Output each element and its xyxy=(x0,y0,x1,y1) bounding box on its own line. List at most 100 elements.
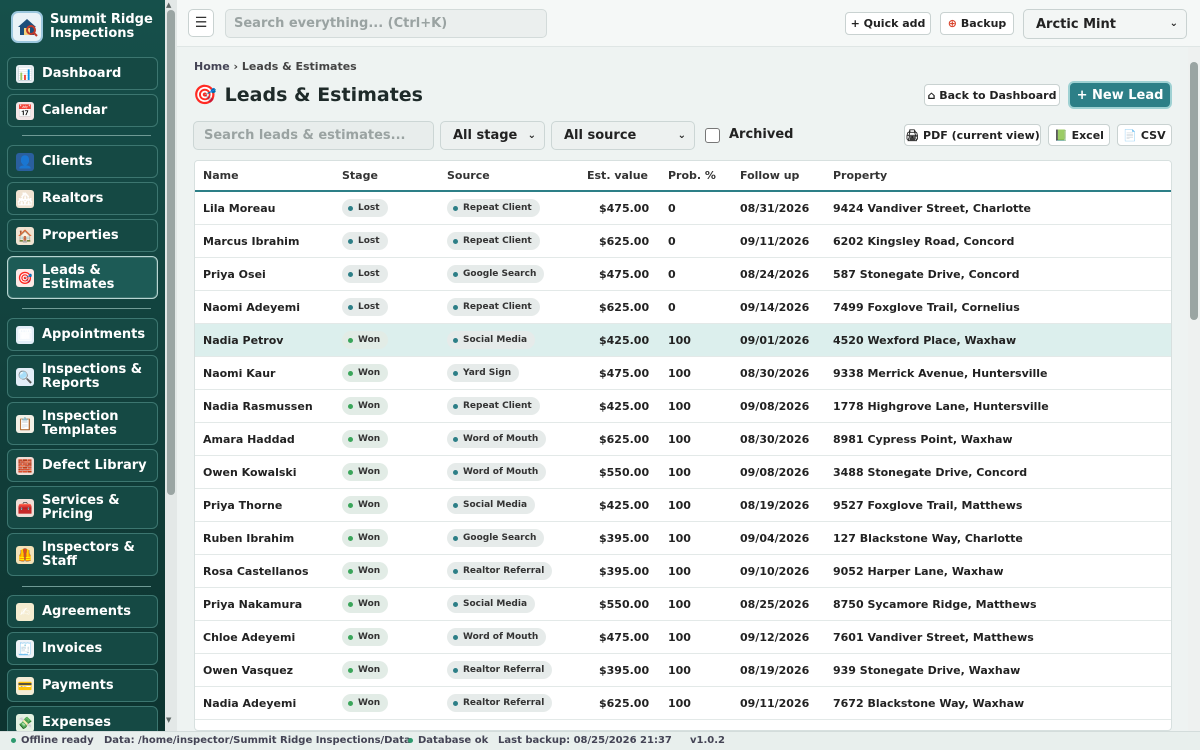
table-cell: $475.00 xyxy=(599,367,650,380)
status-dot-icon xyxy=(453,403,458,409)
column-header[interactable]: Prob. % xyxy=(668,169,716,182)
house-magnifier-icon xyxy=(11,11,43,43)
sidebar-item-realtors[interactable]: 🏘 Realtors xyxy=(7,182,158,215)
source-badge: Word of Mouth xyxy=(447,430,547,448)
stage-filter-select[interactable]: All stage ⌄ xyxy=(440,121,545,150)
stage-badge: Won xyxy=(342,562,389,580)
status-dot-icon xyxy=(453,271,458,277)
source-badge: Word of Mouth xyxy=(447,463,547,481)
sidebar-item-agreements[interactable]: ✍ Agreements xyxy=(7,595,158,628)
sidebar-item-expenses[interactable]: 💸 Expenses xyxy=(7,706,158,731)
new-lead-button[interactable]: + New Lead xyxy=(1068,81,1172,109)
sidebar-item-services-pricing[interactable]: 🧰 Services & Pricing xyxy=(7,486,158,529)
scroll-down-icon[interactable]: ▼ xyxy=(166,716,171,724)
database-status: Database ok xyxy=(408,735,488,746)
menu-toggle-button[interactable]: ☰ xyxy=(188,9,214,37)
column-header[interactable]: Name xyxy=(203,169,239,182)
scroll-up-icon[interactable]: ▲ xyxy=(166,1,171,9)
table-cell: Nadia Petrov xyxy=(203,334,284,347)
brand[interactable]: Summit Ridge Inspections xyxy=(11,11,158,43)
global-search-input[interactable] xyxy=(225,9,547,38)
status-dot-icon xyxy=(348,568,353,574)
table-cell: 0 xyxy=(668,235,676,248)
table-row[interactable]: Lila Moreau Lost Repeat Client $475.00 0 08/3… xyxy=(195,192,1171,225)
sidebar-item-properties[interactable]: 🏠 Properties xyxy=(7,219,158,252)
sidebar-item-defect-library[interactable]: 🧱 Defect Library xyxy=(7,449,158,482)
sidebar-scrollbar-thumb[interactable] xyxy=(167,10,175,495)
table-cell: Rosa Castellanos xyxy=(203,565,309,578)
sidebar-item-inspections-reports[interactable]: 🔍 Inspections & Reports xyxy=(7,355,158,398)
quick-add-button[interactable]: + Quick add xyxy=(845,12,931,35)
leads-estimates-icon: 🎯 xyxy=(16,268,34,287)
table-row[interactable]: Nadia Adeyemi Won Realtor Referral $625.00 1… xyxy=(195,687,1171,720)
source-filter-select[interactable]: All source ⌄ xyxy=(551,121,695,150)
table-row[interactable]: Owen Kowalski Won Word of Mouth $550.00 100 0… xyxy=(195,456,1171,489)
table-cell: Priya Nakamura xyxy=(203,598,303,611)
status-dot-icon xyxy=(408,738,413,743)
sidebar-item-payments[interactable]: 💳 Payments xyxy=(7,669,158,702)
table-row[interactable]: Nadia Petrov Won Social Media $425.00 100 09/… xyxy=(195,324,1171,357)
status-dot-icon xyxy=(348,667,353,673)
table-row[interactable]: Rosa Castellanos Won Realtor Referral $395.… xyxy=(195,555,1171,588)
table-row[interactable]: Ruben Ibrahim Won Google Search $395.00 100 0… xyxy=(195,522,1171,555)
sidebar-item-calendar[interactable]: 📅 Calendar xyxy=(7,94,158,127)
archived-checkbox[interactable] xyxy=(705,128,720,143)
sidebar-item-invoices[interactable]: 🧾 Invoices xyxy=(7,632,158,665)
column-header[interactable]: Est. value xyxy=(587,169,648,182)
payments-icon: 💳 xyxy=(16,676,34,695)
table-cell: 08/31/2026 xyxy=(740,202,810,215)
table-row[interactable]: Chloe Adeyemi Won Word of Mouth $475.00 100 0… xyxy=(195,621,1171,654)
sidebar-item-label: Inspections & Reports xyxy=(42,361,143,391)
table-cell: 100 xyxy=(668,334,691,347)
source-badge: Realtor Referral xyxy=(447,562,553,580)
table-row[interactable]: Nadia Rasmussen Won Repeat Client $425.00 10… xyxy=(195,390,1171,423)
table-cell: 09/08/2026 xyxy=(740,400,810,413)
sidebar-item-inspection-templates[interactable]: 📋 Inspection Templates xyxy=(7,402,158,445)
table-row[interactable]: Marcus Ibrahim Lost Repeat Client $625.00 0 0… xyxy=(195,225,1171,258)
table-cell: 100 xyxy=(668,532,691,545)
table-cell: $395.00 xyxy=(599,532,650,545)
table-row[interactable]: Priya Nakamura Won Social Media $550.00 100 0… xyxy=(195,588,1171,621)
table-cell: Nadia Adeyemi xyxy=(203,697,297,710)
stage-badge: Won xyxy=(342,529,389,547)
table-cell: $425.00 xyxy=(599,400,650,413)
table-cell: 100 xyxy=(668,598,691,611)
sidebar-item-leads-estimates[interactable]: 🎯 Leads & Estimates xyxy=(7,256,158,299)
main-scrollbar-thumb[interactable] xyxy=(1190,62,1198,320)
stage-badge: Won xyxy=(342,628,389,646)
sidebar-item-dashboard[interactable]: 📊 Dashboard xyxy=(7,57,158,90)
status-dot-icon xyxy=(453,469,458,475)
theme-select[interactable]: Arctic Mint ⌄ xyxy=(1023,9,1187,39)
sidebar-item-appointments[interactable]: 🗓 Appointments xyxy=(7,318,158,351)
table-row[interactable]: Priya Thorne Won Social Media $425.00 100 08/… xyxy=(195,489,1171,522)
sidebar-item-clients[interactable]: 👤 Clients xyxy=(7,145,158,178)
column-header[interactable]: Source xyxy=(447,169,490,182)
status-dot-icon xyxy=(453,634,458,640)
stage-badge: Lost xyxy=(342,232,388,250)
breadcrumb-current: Leads & Estimates xyxy=(241,60,357,73)
hamburger-icon: ☰ xyxy=(194,15,208,31)
table-row[interactable]: Priya Osei Lost Google Search $475.00 0 08/24… xyxy=(195,258,1171,291)
export-excel-button[interactable]: 📗 Excel xyxy=(1048,124,1110,146)
table-cell: 100 xyxy=(668,367,691,380)
table-row[interactable]: Amara Haddad Won Word of Mouth $625.00 100 08… xyxy=(195,423,1171,456)
leads-search-input[interactable] xyxy=(193,121,434,150)
table-row[interactable]: Naomi Kaur Won Yard Sign $475.00 100 08/30/20… xyxy=(195,357,1171,390)
column-header[interactable]: Follow up xyxy=(740,169,799,182)
table-row[interactable]: Naomi Adeyemi Lost Repeat Client $625.00 0 09… xyxy=(195,291,1171,324)
backup-button[interactable]: ⊕ Backup xyxy=(940,12,1014,35)
table-cell: $625.00 xyxy=(599,235,650,248)
table-cell: 100 xyxy=(668,433,691,446)
table-cell: 08/19/2026 xyxy=(740,664,810,677)
sidebar-item-label: Leads & Estimates xyxy=(42,262,115,292)
archived-label: Archived xyxy=(729,127,794,142)
sidebar-item-inspectors-staff[interactable]: 🦺 Inspectors & Staff xyxy=(7,533,158,576)
export-csv-button[interactable]: 📄 CSV xyxy=(1117,124,1172,146)
export-pdf-button[interactable]: 🖨 PDF (current view) xyxy=(904,124,1041,146)
source-badge: Google Search xyxy=(447,265,545,283)
column-header[interactable]: Stage xyxy=(342,169,378,182)
back-to-dashboard-button[interactable]: ⌂ Back to Dashboard xyxy=(924,84,1060,106)
column-header[interactable]: Property xyxy=(833,169,887,182)
breadcrumb-home-link[interactable]: Home xyxy=(194,60,230,73)
table-row[interactable]: Owen Vasquez Won Realtor Referral $395.00 10… xyxy=(195,654,1171,687)
